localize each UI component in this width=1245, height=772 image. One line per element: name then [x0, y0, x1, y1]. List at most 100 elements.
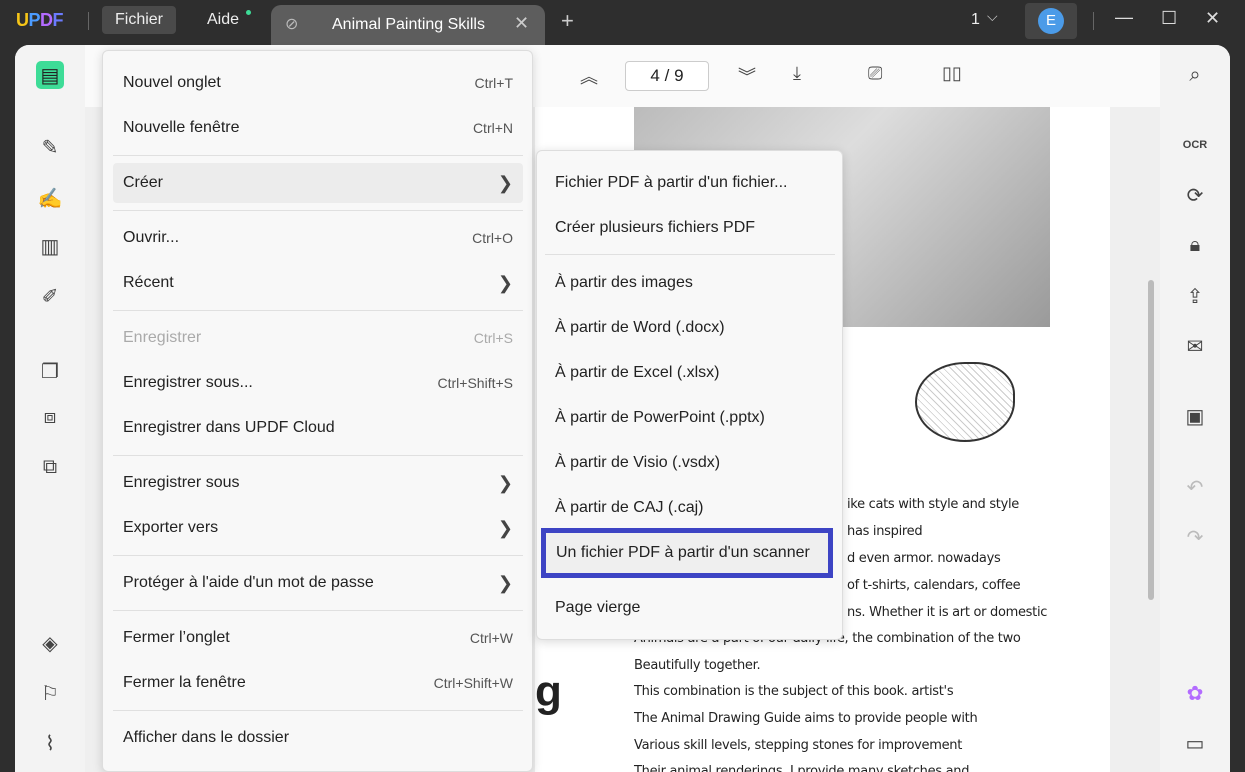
- label: Afficher dans le dossier: [123, 729, 290, 746]
- last-page-icon[interactable]: ⤓: [793, 63, 801, 84]
- label: Enregistrer: [123, 329, 202, 346]
- bookmark-icon[interactable]: ⚐: [36, 679, 64, 707]
- submenu-from-word[interactable]: À partir de Word (.docx): [545, 308, 835, 348]
- menu-item-show-in-folder[interactable]: Afficher dans le dossier: [113, 718, 523, 758]
- next-page-icon[interactable]: ︾: [738, 63, 756, 89]
- label: Récent: [123, 274, 174, 291]
- account-button[interactable]: E: [1025, 3, 1077, 39]
- share-icon[interactable]: ⇪: [1181, 282, 1209, 310]
- highlighter-icon[interactable]: ✎: [36, 133, 64, 161]
- file-menu: Nouvel onglet Ctrl+T Nouvelle fenêtre Ctrl…: [102, 50, 533, 772]
- label: Fermer la fenêtre: [123, 674, 246, 691]
- heading-fragment: g: [535, 667, 562, 716]
- sketch-drawing: [915, 362, 1015, 442]
- label: Enregistrer sous: [123, 474, 240, 491]
- stamp-icon[interactable]: ⧉: [36, 453, 64, 481]
- page-layout-icon[interactable]: ▯▯: [942, 63, 962, 84]
- page-count-dropdown[interactable]: 1: [971, 11, 980, 29]
- close-window-icon[interactable]: ✕: [1205, 8, 1220, 29]
- undo-icon[interactable]: ↶: [1181, 473, 1209, 501]
- label: Exporter vers: [123, 519, 219, 536]
- new-tab-icon[interactable]: +: [561, 8, 574, 34]
- label: Nouvelle fenêtre: [123, 119, 240, 136]
- attachment-icon[interactable]: ⌇: [36, 729, 64, 757]
- menu-item-close-tab[interactable]: Fermer l’onglet Ctrl+W: [113, 618, 523, 658]
- submenu-from-file[interactable]: Fichier PDF à partir d'un fichier...: [545, 163, 835, 203]
- menu-item-recent[interactable]: Récent ❯: [113, 263, 523, 303]
- shortcut: Ctrl+W: [469, 630, 513, 646]
- presentation-icon[interactable]: ⎚: [868, 63, 882, 84]
- convert-icon[interactable]: ⟳: [1181, 181, 1209, 209]
- submenu-from-visio[interactable]: À partir de Visio (.vsdx): [545, 443, 835, 483]
- submenu-from-excel[interactable]: À partir de Excel (.xlsx): [545, 353, 835, 393]
- layers-icon[interactable]: ◈: [36, 629, 64, 657]
- protect-icon[interactable]: 🔒︎: [1181, 231, 1209, 259]
- text-line: Beautifully together.: [634, 658, 761, 673]
- submenu-from-images[interactable]: À partir des images: [545, 263, 835, 303]
- menu-item-save-as[interactable]: Enregistrer sous... Ctrl+Shift+S: [113, 363, 523, 403]
- ai-assistant-icon[interactable]: ✿: [1181, 679, 1209, 707]
- menu-item-save[interactable]: Enregistrer Ctrl+S: [113, 318, 523, 358]
- menu-item-open[interactable]: Ouvrir... Ctrl+O: [113, 218, 523, 258]
- ocr-icon[interactable]: OCR: [1181, 131, 1209, 159]
- menu-item-new-window[interactable]: Nouvelle fenêtre Ctrl+N: [113, 108, 523, 148]
- save-icon[interactable]: ▣: [1181, 402, 1209, 430]
- page-current: 4: [650, 66, 660, 85]
- menu-item-export[interactable]: Exporter vers ❯: [113, 508, 523, 548]
- redo-icon[interactable]: ↷: [1181, 523, 1209, 551]
- chevron-down-icon[interactable]: ⌵: [987, 8, 998, 25]
- label: Enregistrer dans UPDF Cloud: [123, 419, 335, 436]
- shortcut: Ctrl+O: [472, 230, 513, 246]
- right-sidebar: ⌕ OCR ⟳ 🔒︎ ⇪ ✉ ▣ ↶ ↷ ✿ ▭: [1160, 45, 1230, 772]
- label: Protéger à l'aide d'un mot de passe: [123, 574, 374, 591]
- page-separator: /: [664, 66, 670, 85]
- text-line: Their animal renderings. I provide many …: [634, 764, 970, 772]
- sign-icon[interactable]: ✐: [36, 282, 64, 310]
- chevron-right-icon: ❯: [497, 272, 513, 293]
- minimize-icon[interactable]: —: [1115, 7, 1133, 28]
- title-bar: UPDF Fichier Aide ⊘ Animal Painting Skil…: [0, 0, 1245, 45]
- menu-item-close-window[interactable]: Fermer la fenêtre Ctrl+Shift+W: [113, 663, 523, 703]
- text-line: Various skill levels, stepping stones fo…: [634, 738, 963, 753]
- shortcut: Ctrl+S: [473, 330, 513, 346]
- label: Fermer l’onglet: [123, 629, 230, 646]
- text-line: The Animal Drawing Guide aims to provide…: [634, 711, 978, 726]
- menu-item-save-as-format[interactable]: Enregistrer sous ❯: [113, 463, 523, 503]
- menu-help[interactable]: Aide: [194, 6, 252, 34]
- text-line: has inspired: [847, 524, 923, 539]
- submenu-from-scanner[interactable]: Un fichier PDF à partir d'un scanner: [541, 528, 833, 578]
- text-line: ns. Whether it is art or domestic: [847, 605, 1048, 620]
- previous-page-icon[interactable]: ︽: [580, 63, 598, 89]
- document-tab[interactable]: ⊘ Animal Painting Skills ✕: [271, 5, 545, 45]
- edit-pdf-icon[interactable]: ✍: [36, 184, 64, 212]
- submenu-blank-page[interactable]: Page vierge: [545, 588, 835, 628]
- submenu-from-caj[interactable]: À partir de CAJ (.caj): [545, 488, 835, 528]
- comment-icon[interactable]: ▭: [1181, 729, 1209, 757]
- submenu-from-powerpoint[interactable]: À partir de PowerPoint (.pptx): [545, 398, 835, 438]
- submenu-create-multiple[interactable]: Créer plusieurs fichiers PDF: [545, 208, 835, 248]
- close-tab-icon[interactable]: ✕: [514, 13, 529, 34]
- reader-icon[interactable]: ▤: [36, 61, 64, 89]
- page-total: 9: [674, 66, 684, 85]
- chevron-right-icon: ❯: [497, 572, 513, 593]
- menu-item-new-tab[interactable]: Nouvel onglet Ctrl+T: [113, 63, 523, 103]
- menu-item-save-cloud[interactable]: Enregistrer dans UPDF Cloud: [113, 408, 523, 448]
- organize-pages-icon[interactable]: ❐: [36, 357, 64, 385]
- create-submenu: Fichier PDF à partir d'un fichier... Cré…: [536, 150, 843, 640]
- menu-item-protect[interactable]: Protéger à l'aide d'un mot de passe ❯: [113, 563, 523, 603]
- scrollbar[interactable]: [1148, 280, 1154, 600]
- menu-item-create[interactable]: Créer ❯: [113, 163, 523, 203]
- maximize-icon[interactable]: ☐: [1161, 8, 1177, 29]
- shortcut: Ctrl+T: [474, 75, 514, 91]
- email-icon[interactable]: ✉: [1181, 332, 1209, 360]
- avatar: E: [1038, 8, 1064, 34]
- left-sidebar: ▤ ✎ ✍ ▥ ✐ ❐ ⧈ ⧉ ◈ ⚐ ⌇: [15, 45, 85, 772]
- menu-file[interactable]: Fichier: [102, 6, 177, 34]
- crop-icon[interactable]: ⧈: [36, 403, 64, 431]
- text-line: ike cats with style and style: [847, 497, 1020, 512]
- label: Enregistrer sous...: [123, 374, 253, 391]
- search-icon[interactable]: ⌕: [1181, 61, 1209, 89]
- form-icon[interactable]: ▥: [36, 232, 64, 260]
- page-number-input[interactable]: 4 / 9: [625, 61, 709, 91]
- text-line: of t-shirts, calendars, coffee: [847, 578, 1021, 593]
